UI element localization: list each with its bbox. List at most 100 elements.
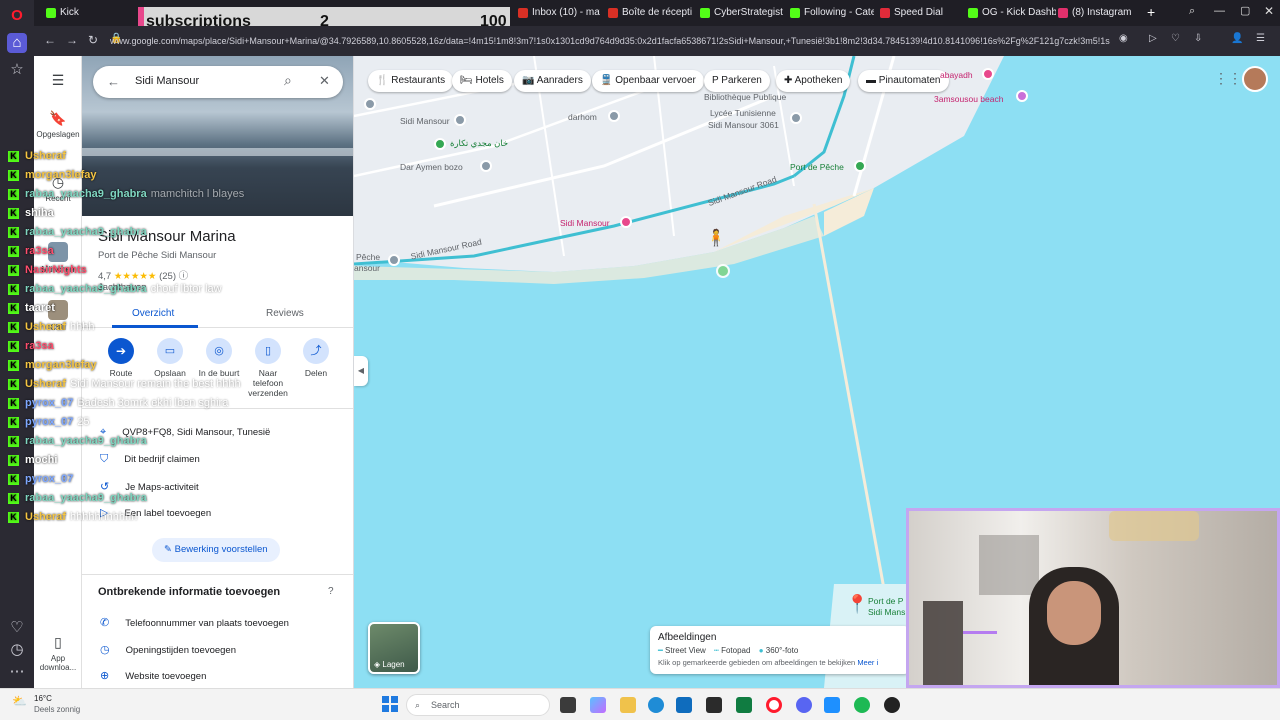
- label-dar-aymen: Dar Aymen bozo: [400, 162, 463, 172]
- url-field[interactable]: www.google.com/maps/place/Sidi+Mansour+M…: [110, 32, 1110, 50]
- profile-icon[interactable]: 👤: [1231, 33, 1243, 44]
- new-tab-icon[interactable]: +: [1147, 4, 1155, 20]
- shelf-plush: [1109, 511, 1199, 541]
- chip-openbaar-vervoer[interactable]: 🚆 Openbaar vervoer: [592, 70, 704, 92]
- search-icon[interactable]: ⌕: [284, 72, 292, 89]
- taskbar-search[interactable]: ⌕ Search: [406, 694, 550, 716]
- spotify-icon[interactable]: [854, 697, 870, 713]
- poi-pin[interactable]: [388, 254, 400, 266]
- search-box[interactable]: ← Sidi Mansour ⌕ ✕: [93, 66, 343, 98]
- history-icon[interactable]: ◷: [7, 640, 27, 660]
- poi-pin[interactable]: [608, 110, 620, 122]
- forward-icon[interactable]: →: [66, 33, 78, 47]
- menu-icon[interactable]: ☰: [1256, 33, 1265, 44]
- opera-taskbar-icon[interactable]: [766, 697, 782, 713]
- tab-kick[interactable]: Kick: [44, 3, 134, 23]
- chip-pinautomaten[interactable]: ▬ Pinautomaten: [858, 70, 949, 92]
- clock-icon: ◷: [100, 644, 110, 656]
- back-arrow-icon[interactable]: ←: [107, 74, 120, 89]
- bookmark-heart-icon[interactable]: ♡: [1171, 33, 1180, 44]
- edge-icon[interactable]: [648, 697, 664, 713]
- play-icon[interactable]: ▷: [1149, 33, 1157, 44]
- poi-pin[interactable]: [790, 112, 802, 124]
- close-icon[interactable]: ✕: [319, 73, 330, 89]
- reload-icon[interactable]: ↻: [88, 33, 98, 47]
- afbeeldingen-title: Afbeeldingen: [658, 632, 717, 643]
- search-input[interactable]: Sidi Mansour: [135, 75, 199, 87]
- home-icon[interactable]: ⌂: [7, 33, 27, 53]
- poi-pin[interactable]: [434, 138, 446, 150]
- star-icon[interactable]: ☆: [7, 60, 27, 80]
- back-icon[interactable]: ←: [44, 33, 56, 47]
- help-icon[interactable]: ?: [328, 586, 334, 597]
- camera-icon[interactable]: ◉: [1119, 33, 1128, 44]
- poi-pin[interactable]: [854, 160, 866, 172]
- parking-icon: P: [712, 75, 722, 86]
- apps-grid-icon[interactable]: ⋮⋮: [1214, 70, 1242, 87]
- collapse-panel-button[interactable]: ◀: [354, 356, 368, 386]
- photo-marker[interactable]: [716, 264, 730, 278]
- chat-username: pyrox_07: [25, 416, 74, 428]
- file-explorer-icon[interactable]: [620, 697, 636, 713]
- pegman-icon[interactable]: 🧍: [706, 228, 726, 248]
- tab-reviews[interactable]: Reviews: [266, 308, 304, 319]
- rail-app-download[interactable]: ▯ App downloa...: [34, 634, 82, 672]
- tab-cyberstrategist[interactable]: CyberStrategist Str: [698, 3, 784, 23]
- layers-button[interactable]: ◈ Lagen: [368, 622, 420, 674]
- search-tabs-icon[interactable]: ⌕: [1189, 5, 1195, 18]
- afbeeldingen-card[interactable]: Afbeeldingen ━ Street View ┅ Fotopad ● 3…: [650, 626, 910, 674]
- discord-icon[interactable]: [796, 697, 812, 713]
- whatsapp-icon[interactable]: [736, 697, 752, 713]
- gmail-icon: [608, 8, 618, 18]
- store-icon[interactable]: [706, 697, 722, 713]
- download-icon[interactable]: ⇩: [1194, 33, 1202, 44]
- windows-start-icon[interactable]: [382, 696, 398, 712]
- kick-icon: [968, 8, 978, 18]
- poi-pin[interactable]: [454, 114, 466, 126]
- poi-pin[interactable]: [480, 160, 492, 172]
- maps-menu-button[interactable]: ☰: [34, 72, 82, 92]
- chip-parkeren[interactable]: P Parkeren: [704, 70, 770, 92]
- minimize-icon[interactable]: —: [1214, 5, 1225, 17]
- obs-icon[interactable]: [884, 697, 900, 713]
- chip-apotheken[interactable]: ✚ Apotheken: [776, 70, 851, 92]
- tab-boite[interactable]: Boîte de réception: [606, 3, 692, 23]
- chat-username: NasirNights: [25, 264, 87, 276]
- more-link[interactable]: Meer i: [857, 658, 878, 667]
- label-peche-left: Pêche: [356, 252, 381, 262]
- fork-icon: 🍴: [376, 75, 392, 86]
- poi-pin[interactable]: [1016, 90, 1028, 102]
- avatar[interactable]: [1242, 66, 1268, 92]
- selected-place-pin-icon[interactable]: 📍: [846, 594, 868, 615]
- tab-following[interactable]: Following - Catego: [788, 3, 874, 23]
- train-icon: 🚆: [600, 75, 616, 86]
- opera-logo-icon[interactable]: O: [7, 6, 27, 26]
- share-button[interactable]: ⤴ Delen: [296, 338, 336, 378]
- poi-pin[interactable]: [620, 216, 632, 228]
- chip-restaurants[interactable]: 🍴 Restaurants: [368, 70, 454, 92]
- bookmark-icon: 🔖: [49, 110, 67, 126]
- outlook-icon[interactable]: [676, 697, 692, 713]
- add-phone-row[interactable]: ✆ Telefoonnummer van plaats toevoegen: [100, 616, 289, 629]
- weather-icon[interactable]: ⛅: [12, 694, 27, 708]
- add-website-row[interactable]: ⊕ Website toevoegen: [100, 669, 206, 682]
- add-hours-row[interactable]: ◷ Openingstijden toevoegen: [100, 643, 236, 656]
- poi-pin[interactable]: [982, 68, 994, 80]
- rail-saved[interactable]: 🔖 Opgeslagen: [34, 110, 82, 139]
- chat-message: Krabaa_yaacha9_ghabra: [8, 435, 147, 447]
- copilot-icon[interactable]: [590, 697, 606, 713]
- task-view-icon[interactable]: [560, 697, 576, 713]
- tab-speed-dial[interactable]: Speed Dial: [878, 3, 964, 23]
- chip-aanraders[interactable]: 📷 Aanraders: [514, 70, 591, 92]
- app-icon[interactable]: [824, 697, 840, 713]
- close-window-icon[interactable]: ✕: [1264, 4, 1274, 18]
- heart-icon[interactable]: ♡: [7, 618, 27, 638]
- tab-inbox[interactable]: Inbox (10) - mayran: [516, 3, 600, 23]
- poi-pin[interactable]: [364, 98, 376, 110]
- maximize-icon[interactable]: ▢: [1240, 4, 1250, 17]
- chip-hotels[interactable]: 🛏 Hotels: [452, 70, 512, 92]
- tab-instagram[interactable]: (8) Instagram: [1056, 3, 1142, 23]
- more-icon[interactable]: ⋯: [7, 662, 27, 682]
- tab-og-kick[interactable]: OG - Kick Dashboa: [966, 3, 1056, 23]
- chat-username: morgan3lefay: [25, 169, 97, 181]
